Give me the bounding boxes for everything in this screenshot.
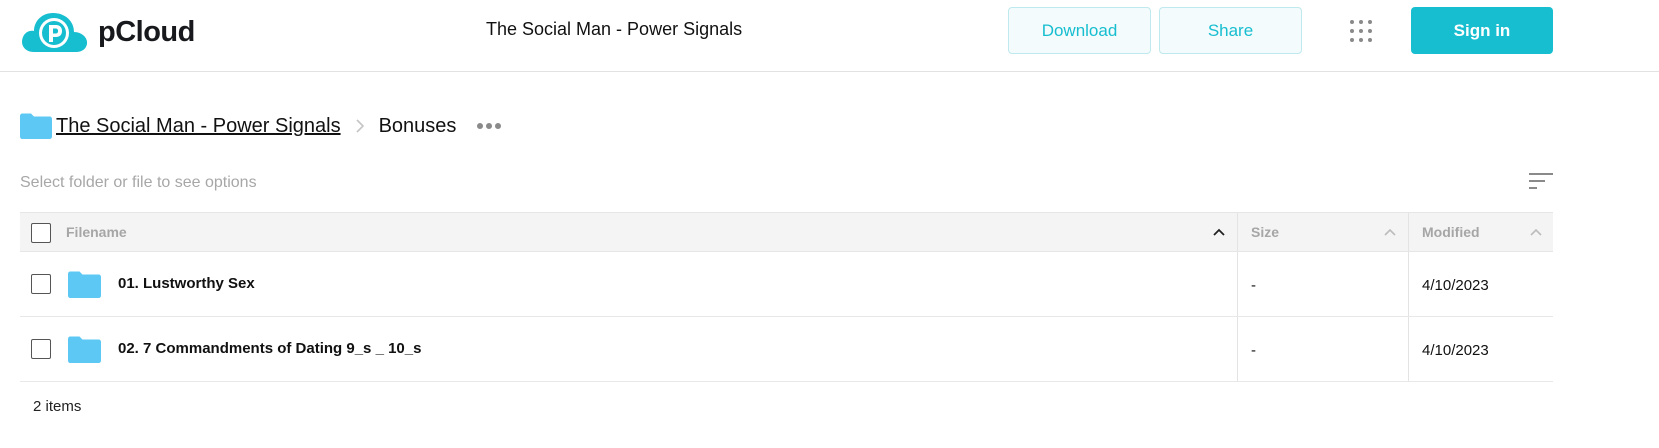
folder-icon — [68, 336, 101, 363]
table-row[interactable]: 01. Lustworthy Sex - 4/10/2023 — [20, 252, 1553, 317]
sort-chevron-icon[interactable] — [1530, 227, 1542, 237]
chevron-right-icon — [356, 119, 364, 133]
column-divider — [1408, 213, 1409, 251]
share-button[interactable]: Share — [1159, 7, 1302, 54]
apps-grid-icon[interactable] — [1349, 19, 1373, 43]
sign-in-button[interactable]: Sign in — [1411, 7, 1553, 54]
row-checkbox[interactable] — [31, 274, 51, 294]
file-table: Filename Size Modified 01. Lustworthy Se… — [20, 212, 1553, 382]
breadcrumb-root-link[interactable]: The Social Man - Power Signals — [56, 115, 341, 138]
brand-name: pCloud — [98, 15, 195, 48]
table-header: Filename Size Modified — [20, 212, 1553, 252]
column-divider — [1237, 252, 1238, 316]
column-header-size[interactable]: Size — [1251, 224, 1279, 240]
row-checkbox[interactable] — [31, 339, 51, 359]
header-title: The Social Man - Power Signals — [486, 19, 743, 39]
pcloud-logo[interactable]: pCloud — [20, 8, 195, 56]
column-header-filename[interactable]: Filename — [66, 224, 127, 240]
column-divider — [1237, 317, 1238, 381]
top-header: pCloud The Social Man - Power Signals Do… — [0, 0, 1659, 72]
column-divider — [1408, 252, 1409, 316]
file-size: - — [1251, 277, 1256, 294]
file-modified: 4/10/2023 — [1422, 277, 1489, 294]
file-name[interactable]: 01. Lustworthy Sex — [118, 275, 255, 292]
breadcrumb: The Social Man - Power Signals Bonuses — [20, 110, 502, 142]
file-size: - — [1251, 342, 1256, 359]
more-options-icon[interactable] — [476, 121, 502, 131]
sort-ascending-icon[interactable] — [1213, 227, 1225, 237]
column-divider — [1408, 317, 1409, 381]
breadcrumb-current: Bonuses — [378, 114, 457, 137]
folder-icon — [20, 113, 52, 139]
select-all-checkbox[interactable] — [31, 223, 51, 243]
sort-options-icon[interactable] — [1529, 172, 1553, 190]
file-modified: 4/10/2023 — [1422, 342, 1489, 359]
download-button[interactable]: Download — [1008, 7, 1151, 54]
pcloud-cloud-icon — [22, 13, 88, 52]
file-name[interactable]: 02. 7 Commandments of Dating 9_s _ 10_s — [118, 340, 421, 357]
item-count: 2 items — [33, 398, 82, 415]
table-row[interactable]: 02. 7 Commandments of Dating 9_s _ 10_s … — [20, 317, 1553, 382]
selection-hint: Select folder or file to see options — [20, 174, 257, 191]
column-header-modified[interactable]: Modified — [1422, 224, 1480, 240]
folder-icon — [68, 271, 101, 298]
sort-chevron-icon[interactable] — [1384, 227, 1396, 237]
column-divider — [1237, 213, 1238, 251]
